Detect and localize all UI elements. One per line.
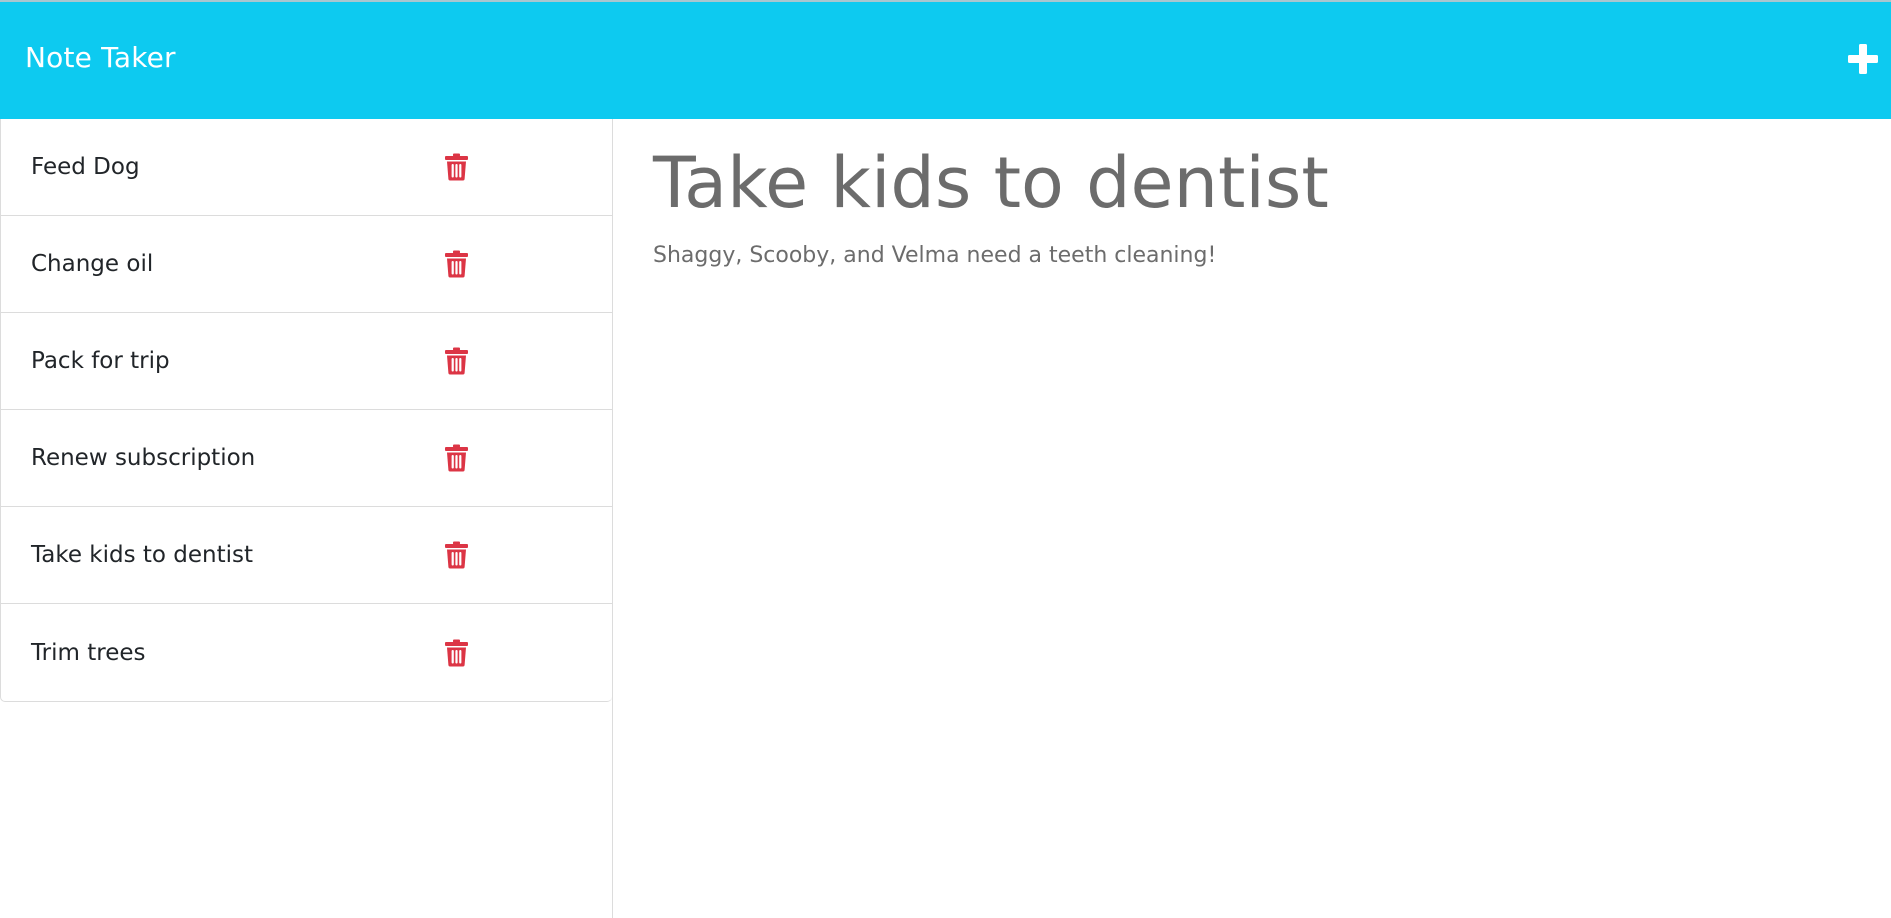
delete-note-button[interactable]: [444, 153, 469, 181]
note-list-item-title[interactable]: Pack for trip: [31, 348, 170, 374]
note-list-item-title[interactable]: Feed Dog: [31, 154, 140, 180]
note-list: Feed Dog Change oil Pack for trip Renew …: [0, 119, 612, 702]
brand-title[interactable]: Note Taker: [25, 44, 176, 72]
note-title-field[interactable]: Take kids to dentist: [653, 145, 1329, 222]
note-list-item-title[interactable]: Change oil: [31, 251, 153, 277]
delete-note-button[interactable]: [444, 347, 469, 375]
delete-note-button[interactable]: [444, 541, 469, 569]
trash-icon: [445, 639, 468, 666]
trash-icon: [445, 250, 468, 278]
note-list-item[interactable]: Change oil: [1, 216, 612, 313]
trash-icon: [445, 153, 468, 181]
note-sidebar: Feed Dog Change oil Pack for trip Renew …: [0, 119, 613, 918]
delete-note-button[interactable]: [444, 639, 469, 667]
note-text-field[interactable]: Shaggy, Scooby, and Velma need a teeth c…: [653, 243, 1216, 268]
trash-icon: [445, 541, 468, 569]
note-list-item[interactable]: Renew subscription: [1, 410, 612, 507]
note-list-item-title[interactable]: Take kids to dentist: [31, 542, 253, 568]
new-note-button[interactable]: [1846, 42, 1880, 76]
note-list-item[interactable]: Pack for trip: [1, 313, 612, 410]
delete-note-button[interactable]: [444, 250, 469, 278]
delete-note-button[interactable]: [444, 444, 469, 472]
note-list-item-title[interactable]: Renew subscription: [31, 445, 255, 471]
note-list-item[interactable]: Feed Dog: [1, 119, 612, 216]
note-list-item[interactable]: Take kids to dentist: [1, 507, 612, 604]
note-list-item[interactable]: Trim trees: [1, 604, 612, 701]
plus-icon: [1848, 44, 1878, 74]
note-list-item-title[interactable]: Trim trees: [31, 640, 145, 666]
trash-icon: [445, 347, 468, 375]
trash-icon: [445, 444, 468, 472]
note-editor: Take kids to dentist Shaggy, Scooby, and…: [613, 119, 1891, 918]
navbar: Note Taker: [0, 0, 1891, 119]
